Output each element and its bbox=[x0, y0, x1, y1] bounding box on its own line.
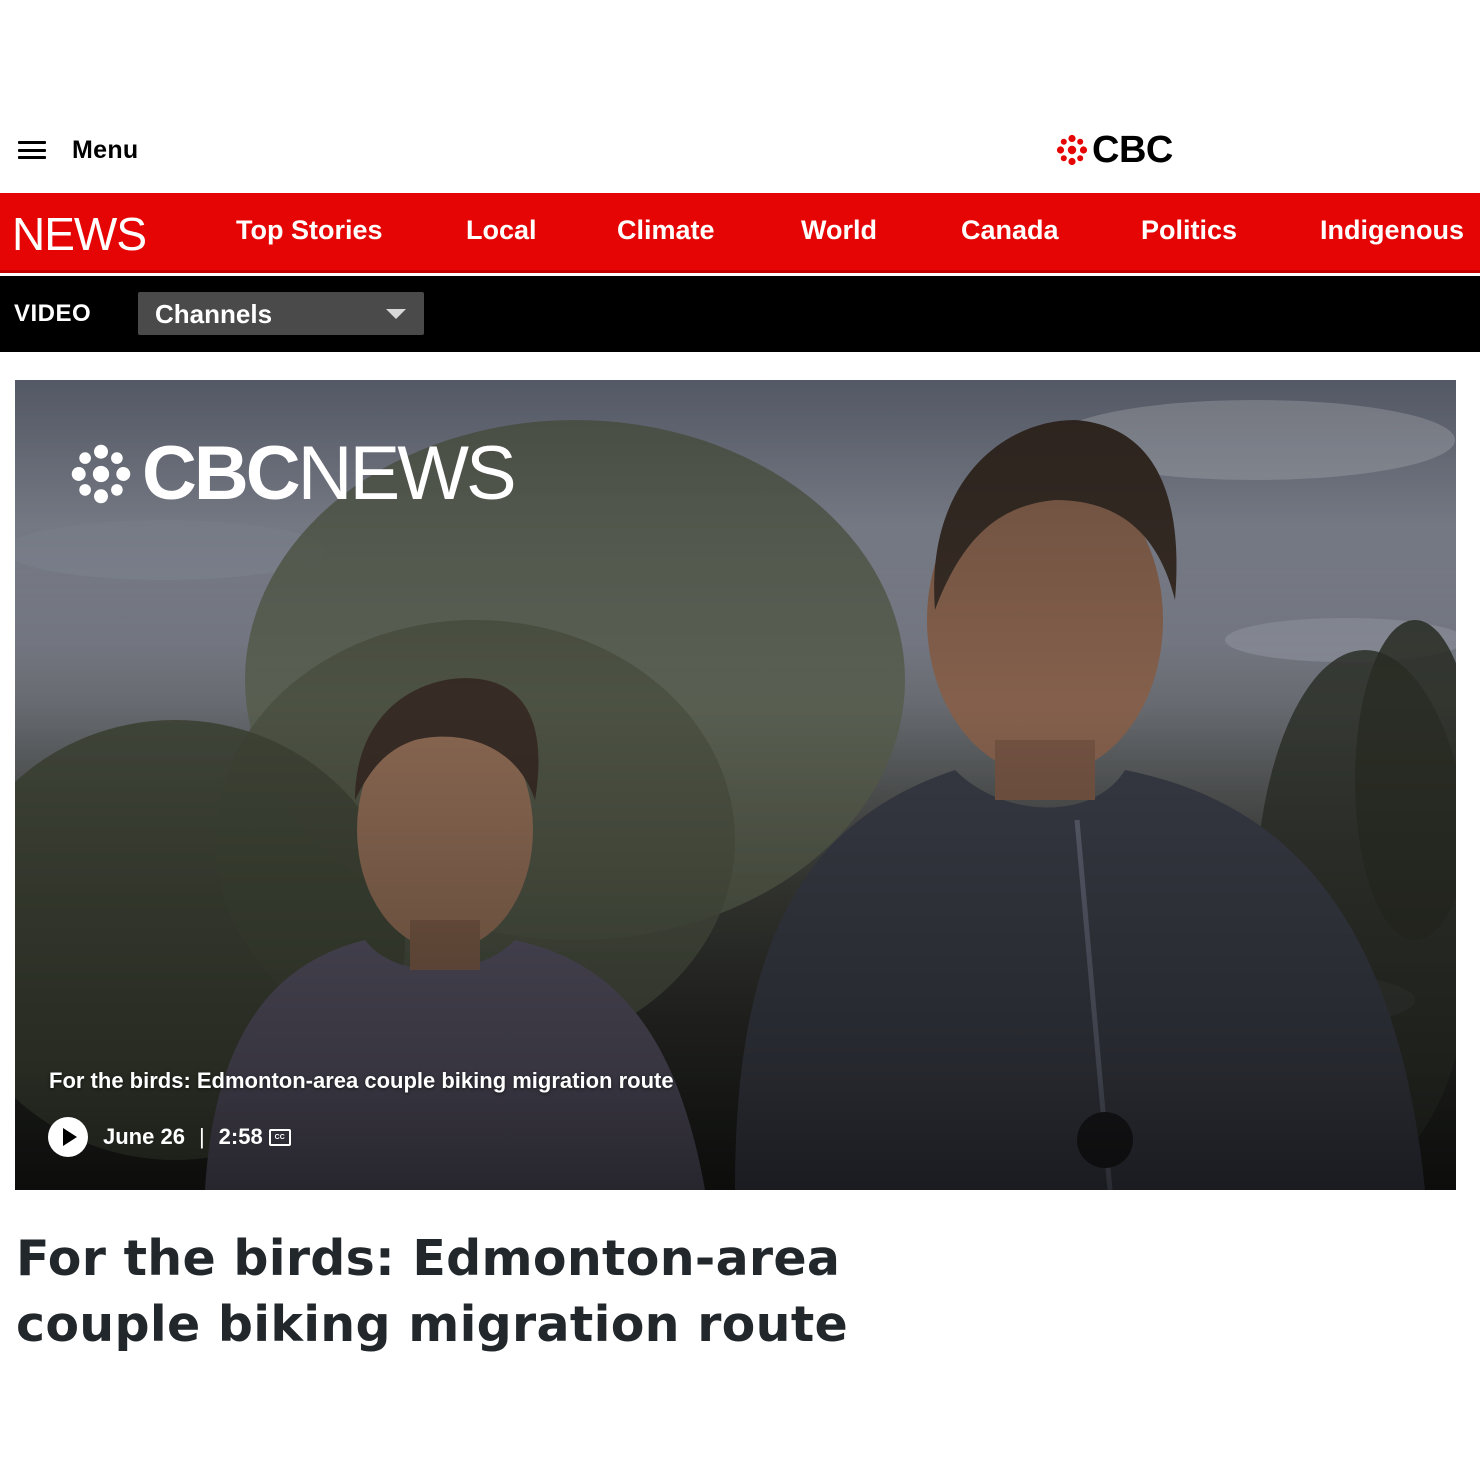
cbc-gem-icon bbox=[1056, 134, 1088, 166]
video-meta: June 26 | 2:58 CC bbox=[48, 1117, 291, 1157]
video-player[interactable]: CBC NEWS For the birds: Edmonton-area cou… bbox=[15, 380, 1456, 1190]
play-icon[interactable] bbox=[48, 1117, 88, 1157]
video-subnav: VIDEO Channels bbox=[0, 276, 1480, 352]
watermark-news: NEWS bbox=[297, 431, 517, 516]
cbc-gem-icon bbox=[71, 444, 131, 503]
cbc-wordmark: CBC bbox=[1092, 128, 1173, 171]
video-duration: 2:58 bbox=[218, 1124, 263, 1149]
nav-item-climate[interactable]: Climate bbox=[617, 215, 715, 246]
nav-item-canada[interactable]: Canada bbox=[961, 215, 1059, 246]
meta-separator: | bbox=[198, 1124, 205, 1149]
video-section-label[interactable]: VIDEO bbox=[14, 300, 91, 328]
hamburger-icon bbox=[18, 139, 46, 161]
channels-dropdown-value: Channels bbox=[155, 299, 273, 329]
video-date: June 26 bbox=[103, 1124, 185, 1149]
video-title: For the birds: Edmonton-area couple biki… bbox=[49, 1068, 674, 1093]
cbc-news-watermark: CBC NEWS bbox=[70, 430, 517, 517]
news-navigation: NEWS Top Stories Local Climate World Can… bbox=[0, 193, 1480, 273]
nav-item-world[interactable]: World bbox=[801, 215, 877, 246]
news-section-logo[interactable]: NEWS bbox=[12, 207, 147, 261]
closed-captions-icon: CC bbox=[268, 1128, 291, 1146]
top-header: Menu CBC bbox=[0, 112, 1480, 192]
nav-item-top-stories[interactable]: Top Stories bbox=[236, 215, 383, 246]
nav-item-politics[interactable]: Politics bbox=[1141, 215, 1237, 246]
nav-item-indigenous[interactable]: Indigenous bbox=[1320, 215, 1464, 246]
menu-label: Menu bbox=[72, 135, 139, 164]
menu-button[interactable]: Menu bbox=[18, 132, 138, 168]
article-headline: For the birds: Edmonton-area couple biki… bbox=[16, 1230, 849, 1353]
nav-item-local[interactable]: Local bbox=[466, 215, 537, 246]
watermark-cbc: CBC bbox=[142, 431, 301, 516]
cbc-logo[interactable]: CBC bbox=[1056, 128, 1173, 172]
channels-dropdown[interactable]: Channels bbox=[138, 292, 424, 335]
chevron-down-icon bbox=[386, 309, 406, 319]
